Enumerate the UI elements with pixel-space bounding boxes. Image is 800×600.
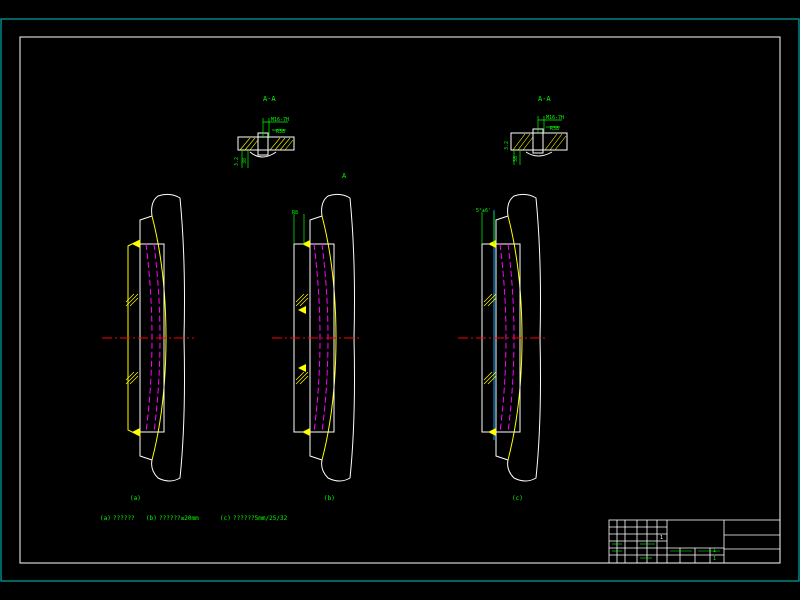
section-view-right: A-A M16-7H R38 3.2 38 — [504, 95, 568, 165]
section-left-thread-dim: M16-7H — [271, 117, 289, 123]
title-block-mark-3: 1 — [713, 556, 716, 562]
note-a-text: ?????? — [113, 515, 135, 522]
section-left-radius-dim: R38 — [276, 129, 285, 135]
outer-frame — [0, 18, 800, 582]
cad-drawing-canvas: A-A M16-7H R38 3.2 38 A-A M16-7H R38 3.2… — [0, 18, 800, 582]
view-a-caption: (a) — [130, 495, 141, 502]
title-block-marks — [612, 543, 720, 559]
section-right-dims — [513, 116, 562, 165]
section-right-hatch — [512, 133, 567, 151]
section-left-hatch — [239, 137, 294, 151]
title-block-mark-1: 1 — [660, 535, 663, 541]
view-c-caption: (c) — [512, 495, 523, 502]
section-label-right: A-A — [538, 95, 551, 103]
view-b-hatch — [295, 293, 309, 385]
inner-frame — [19, 36, 781, 564]
notes: (a) ?????? (b) ??????≤20mm (c) ??????5mm… — [100, 515, 288, 522]
view-c-dim-text: 5°±6' — [476, 208, 491, 214]
note-a-label: (a) — [100, 515, 111, 522]
section-right-thread-dim: M16-7H — [546, 115, 564, 121]
view-b-dim-text: R8 — [292, 210, 298, 216]
note-b-text: ??????≤20mm — [159, 515, 199, 522]
section-label-left: A-A — [263, 95, 276, 103]
view-c-dim — [481, 212, 495, 244]
view-b: R8 (b) — [272, 193, 362, 502]
note-c-text: ??????5mm/25/32 — [233, 515, 288, 522]
section-right-side-dim: 3.2 — [504, 141, 510, 150]
title-block — [608, 519, 781, 564]
section-view-left: A-A M16-7H R38 3.2 38 — [234, 95, 295, 168]
view-mark-a: A — [342, 172, 347, 180]
view-b-caption: (b) — [324, 495, 335, 502]
note-c-label: (c) — [220, 515, 231, 522]
note-b-label: (b) — [146, 515, 157, 522]
section-right-radius-dim: R38 — [550, 126, 559, 132]
view-b-dim — [293, 214, 305, 244]
section-left-side-dim2: 38 — [242, 158, 248, 164]
section-right-side-dim2: 38 — [513, 156, 519, 162]
title-block-mark-2: 1 — [713, 548, 716, 554]
view-c: 5°±6' (c) — [458, 193, 548, 502]
view-a: (a) — [102, 193, 194, 502]
section-left-side-dim: 3.2 — [234, 157, 240, 166]
